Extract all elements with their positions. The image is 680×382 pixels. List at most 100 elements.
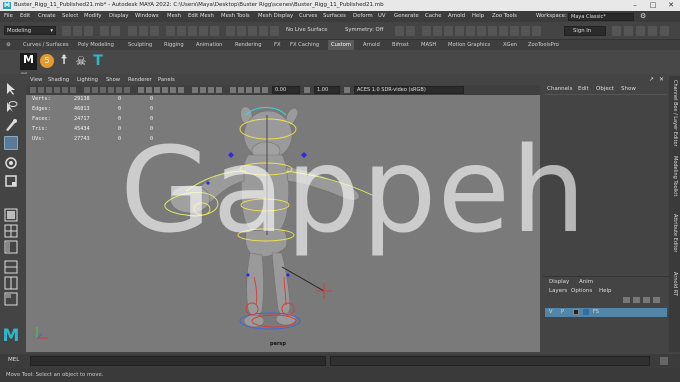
cb-menu-object[interactable]: Object	[596, 86, 614, 92]
vp-menu-lighting[interactable]: Lighting	[77, 76, 98, 85]
live-surface-field[interactable]: No Live Surface	[286, 27, 328, 33]
menu-uv[interactable]: UV	[378, 11, 386, 22]
menu-cache[interactable]: Cache	[425, 11, 441, 22]
shelf-tab-custom[interactable]: Custom	[328, 40, 354, 50]
2d-pan-zoom-icon[interactable]	[62, 87, 68, 93]
four-pane-layout-icon[interactable]	[4, 224, 18, 238]
xray-components-icon[interactable]	[216, 87, 222, 93]
select-component-icon[interactable]	[150, 26, 159, 36]
shelf-tab-xgen[interactable]: XGen	[500, 40, 520, 50]
mesh-toolkit-icon[interactable]	[433, 26, 442, 36]
new-layer-selected-icon[interactable]	[633, 297, 640, 303]
shelf-tab-rendering[interactable]: Rendering	[232, 40, 265, 50]
save-scene-icon[interactable]	[84, 26, 93, 36]
ambient-occlusion-icon[interactable]	[230, 87, 236, 93]
menu-select[interactable]: Select	[62, 11, 78, 22]
cb-menu-show[interactable]: Show	[621, 86, 636, 92]
shelf-tab-bifrost[interactable]: Bifrost	[389, 40, 412, 50]
script-5-icon[interactable]: 5	[40, 54, 54, 68]
shadows-vp-icon[interactable]	[178, 87, 184, 93]
skeleton-icon[interactable]: ☨	[57, 53, 71, 70]
attribute-editor-icon[interactable]	[624, 26, 633, 36]
menu-file[interactable]: File	[4, 11, 13, 22]
menu-zoo-tools[interactable]: Zoo Tools	[492, 11, 517, 22]
xray-icon[interactable]	[455, 26, 464, 36]
mel-script-icon[interactable]: Mmel	[20, 53, 37, 75]
outliner-icon[interactable]	[660, 26, 669, 36]
shelf-tab-zootoolspro[interactable]: ZooToolsPro	[525, 40, 562, 50]
shelf-tab-sculpting[interactable]: Sculpting	[125, 40, 155, 50]
toolsettings-icon[interactable]	[612, 26, 621, 36]
lights-icon[interactable]	[488, 26, 497, 36]
select-tool-icon[interactable]	[4, 82, 18, 96]
select-object-icon[interactable]	[139, 26, 148, 36]
color-management-icon[interactable]	[344, 87, 350, 93]
single-pane-layout-icon[interactable]	[4, 208, 18, 222]
new-scene-icon[interactable]	[62, 26, 71, 36]
side-tab-attribute-editor[interactable]: Attribute Editor	[672, 214, 678, 252]
layer-color-swatch[interactable]	[583, 309, 589, 315]
shelf-tab-motion-graphics[interactable]: Motion Graphics	[445, 40, 493, 50]
shelf-settings-icon[interactable]: ⚙	[6, 40, 11, 50]
wireframe-vp-icon[interactable]	[138, 87, 144, 93]
sign-in-button[interactable]: Sign In	[564, 26, 606, 36]
history-icon[interactable]	[226, 26, 235, 36]
rotate-tool-icon[interactable]	[4, 156, 18, 170]
ipr-icon[interactable]	[248, 26, 257, 36]
menuset-dropdown[interactable]: Modeling ▾	[4, 26, 56, 35]
mel-label[interactable]: MEL	[8, 357, 19, 363]
wireframe-icon[interactable]	[466, 26, 475, 36]
menu-mesh[interactable]: Mesh	[167, 11, 181, 22]
shelf-tab-animation[interactable]: Animation	[193, 40, 225, 50]
side-tab-channel-box[interactable]: Channel Box / Layer Editor	[672, 80, 678, 147]
camera-select-icon[interactable]	[30, 87, 36, 93]
resolution-gate-icon[interactable]	[100, 87, 106, 93]
layer-tab-anim[interactable]: Anim	[579, 279, 593, 285]
wire-on-shaded-icon[interactable]	[154, 87, 160, 93]
graph-editor-layout-icon[interactable]	[4, 260, 18, 274]
outliner-layout-icon[interactable]	[4, 292, 18, 306]
menu-edit[interactable]: Edit	[20, 11, 30, 22]
layer-visibility-toggle[interactable]: V	[549, 309, 552, 315]
camera-icon[interactable]	[444, 26, 453, 36]
hypershade-layout-icon[interactable]	[4, 276, 18, 290]
depth-of-field-icon[interactable]	[254, 87, 260, 93]
shelf-tab-poly-modeling[interactable]: Poly Modeling	[75, 40, 117, 50]
render-icon[interactable]	[237, 26, 246, 36]
snap-grid-icon[interactable]	[166, 26, 175, 36]
channelbox-toggle-icon[interactable]	[636, 26, 645, 36]
menu-display[interactable]: Display	[109, 11, 129, 22]
layer-tab-display[interactable]: Display	[549, 279, 569, 285]
vp-menu-view[interactable]: View	[30, 76, 42, 85]
modeling-toolkit-icon[interactable]	[648, 26, 657, 36]
maximize-button[interactable]: □	[644, 0, 662, 11]
reflection-icon[interactable]	[406, 26, 415, 36]
gate-icon[interactable]	[510, 26, 519, 36]
shelf-tab-fx-caching[interactable]: FX Caching	[287, 40, 322, 50]
view-transform-dropdown[interactable]: ACES 1.0 SDR-video (sRGB)	[354, 86, 464, 94]
cb-menu-channels[interactable]: Channels	[547, 86, 572, 92]
layer-playback-toggle[interactable]: P	[561, 309, 564, 315]
workspace-dropdown[interactable]: Maya Classic*	[568, 13, 634, 21]
expand-icon[interactable]: ↗	[649, 76, 654, 83]
layer-display-type[interactable]	[573, 309, 579, 315]
side-tab-modeling-toolkit[interactable]: Modeling Toolkit	[672, 156, 678, 196]
resolution-icon[interactable]	[521, 26, 530, 36]
layer-row-fs[interactable]: V P FS	[545, 308, 667, 317]
shelf-tab-rigging[interactable]: Rigging	[161, 40, 187, 50]
menu-surfaces[interactable]: Surfaces	[323, 11, 346, 22]
move-layer-down-icon[interactable]	[653, 297, 660, 303]
persp-outliner-layout-icon[interactable]	[4, 240, 18, 254]
open-scene-icon[interactable]	[73, 26, 82, 36]
shelf-tab-curves-surfaces[interactable]: Curves / Surfaces	[20, 40, 72, 50]
move-tool-icon[interactable]	[4, 136, 18, 150]
shadows-icon[interactable]	[499, 26, 508, 36]
options-menu[interactable]: Options	[571, 288, 592, 294]
sculpt-icon[interactable]	[422, 26, 431, 36]
layer-name[interactable]: FS	[593, 309, 599, 315]
menu-mesh-tools[interactable]: Mesh Tools	[221, 11, 250, 22]
image-plane-icon[interactable]	[54, 87, 60, 93]
menu-help[interactable]: Help	[472, 11, 484, 22]
select-hierarchy-icon[interactable]	[128, 26, 137, 36]
paint-select-icon[interactable]	[4, 118, 18, 132]
